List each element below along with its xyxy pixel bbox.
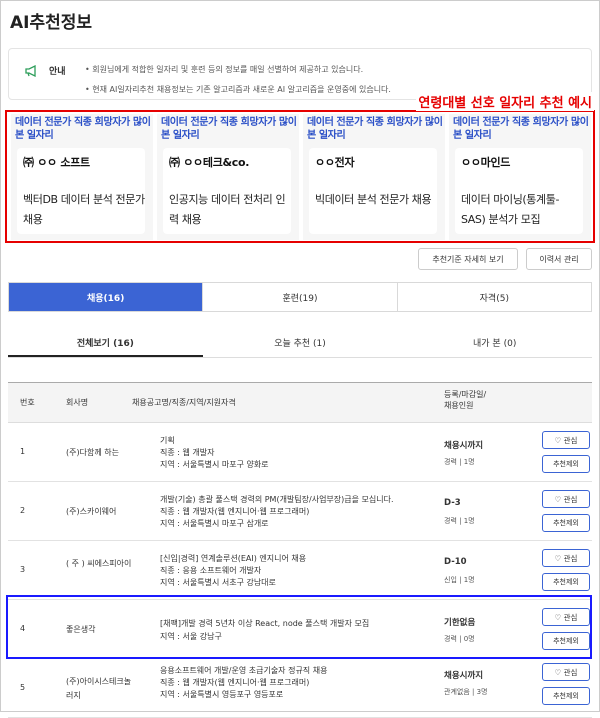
recommendation-card[interactable]: 데이터 전문가 직종 희망자가 많이 본 일자리 ㅇㅇ마인드 데이터 마이닝(통… [449,114,591,240]
row-company[interactable]: ( 주 ) 씨에스피아이 [66,557,136,571]
header-registration: 등록/마감일/ 채용인원 [444,390,487,410]
row-meta: 관계없음 | 3명 [444,688,488,696]
card-body: ㅇㅇ전자 빅데이터 분석 전문가 채용 [309,148,437,234]
card-company: ㅇㅇ전자 [315,156,355,169]
card-body: ㈜ ㅇㅇ 소프트 벡터DB 데이터 분석 전문가 채용 [17,148,145,234]
exclude-button[interactable]: 추천제외 [542,455,590,473]
row-info-job: 직종 : 웹 개발자(웹 엔지니어·웹 프로그래머) [160,507,310,516]
criteria-detail-button[interactable]: 추천기준 자세히 보기 [418,248,518,270]
table-row[interactable]: 1 (주)다함께 하는 기획 직종 : 웹 개발자 지역 : 서울특별시 마포구… [8,423,592,482]
tab-certificates[interactable]: 자격(5) [398,283,591,311]
row-deadline: 채용시까지 [444,671,484,681]
row-deadline: D-10 [444,557,467,567]
row-meta: 신입 | 1명 [444,576,475,584]
card-company: ㈜ ㅇㅇ테크&co. [169,156,250,169]
recommendation-highlight-box: 데이터 전문가 직종 희망자가 많이 본 일자리 ㈜ ㅇㅇ 소프트 벡터DB 데… [5,110,595,243]
row-info-region: 지역 : 서울특별시 마포구 삼개로 [160,519,269,528]
exclude-button[interactable]: 추천제외 [542,514,590,532]
row-info-title[interactable]: 개발(기술) 총괄 풀스택 경력의 PM(개발팀장/사업부장)급을 모십니다. [160,494,440,506]
like-button[interactable]: ♡ 관심 [542,663,590,681]
category-tabs: 채용(16) 훈련(19) 자격(5) [8,282,592,312]
table-header: 번호 회사명 채용공고명/직종/지역/지원자격 등록/마감일/ 채용인원 [8,383,592,423]
notice-line: • 현재 AI일자리추천 채용정보는 기존 알고리즘과 새로운 AI 알고리즘을… [85,85,391,94]
card-heading: 데이터 전문가 직종 희망자가 많이 본 일자리 [307,117,443,141]
tab-jobs[interactable]: 채용(16) [9,283,204,311]
filter-subtabs: 전체보기 (16) 오늘 추천 (1) 내가 본 (0) [8,330,592,358]
row-meta: 경력 | 1명 [444,458,475,466]
row-company[interactable]: (주)다함께 하는 [66,446,136,460]
table-row[interactable]: 3 ( 주 ) 씨에스피아이 [신입|경력] 연계솔루션(EAI) 엔지니어 채… [8,541,592,600]
subtab-viewed[interactable]: 내가 본 (0) [397,330,592,357]
card-job-title: 인공지능 데이터 전처리 인력 채용 [169,193,286,226]
table-row[interactable]: 2 (주)스카이웨어 개발(기술) 총괄 풀스택 경력의 PM(개발팀장/사업부… [8,482,592,541]
row-number: 2 [20,506,26,515]
card-heading: 데이터 전문가 직종 희망자가 많이 본 일자리 [15,117,151,141]
recommendation-card[interactable]: 데이터 전문가 직종 희망자가 많이 본 일자리 ㈜ ㅇㅇ 소프트 벡터DB 데… [11,114,153,240]
like-button[interactable]: ♡ 관심 [542,490,590,508]
card-body: ㅇㅇ마인드 데이터 마이닝(통계툴-SAS) 분석가 모집 [455,148,583,234]
row-info-job: 직종 : 웹 개발자 [160,448,215,457]
notice-line: • 회원님에게 적합한 일자리 및 훈련 등의 정보를 매일 선별하여 제공하고… [85,65,364,74]
job-table: 번호 회사명 채용공고명/직종/지역/지원자격 등록/마감일/ 채용인원 1 (… [8,382,592,718]
header-company: 회사명 [66,398,89,407]
row-deadline: D-3 [444,498,461,508]
card-job-title: 벡터DB 데이터 분석 전문가 채용 [23,193,145,226]
row-company[interactable]: (주)스카이웨어 [66,505,136,519]
row-info-job: 직종 : 응용 소프트웨어 개발자 [160,566,262,575]
subtab-today[interactable]: 오늘 추천 (1) [203,330,398,357]
exclude-button[interactable]: 추천제외 [542,687,590,705]
table-row[interactable]: 5 (주)아이시스테크놀러지 응용소프트웨어 개발/운영 초급기술자 정규직 채… [8,659,592,718]
notice-label: 안내 [49,67,66,77]
card-heading: 데이터 전문가 직종 희망자가 많이 본 일자리 [161,117,297,141]
row-info-job: 직종 : 웹 개발자(웹 엔지니어·웹 프로그래머) [160,678,310,687]
row-deadline: 채용시까지 [444,441,484,451]
resume-manage-button[interactable]: 이력서 관리 [526,248,592,270]
exclude-button[interactable]: 추천제외 [542,573,590,591]
card-job-title: 데이터 마이닝(통계툴-SAS) 분석가 모집 [461,193,560,226]
header-no: 번호 [20,398,35,407]
card-company: ㈜ ㅇㅇ 소프트 [23,156,90,169]
row-info-region: 지역 : 서울특별시 영등포구 영등포로 [160,690,284,699]
subtab-all[interactable]: 전체보기 (16) [8,330,203,357]
highlighted-row-outline [6,595,592,659]
highlight-title: 연령대별 선호 일자리 추천 예시 [416,92,594,111]
like-button[interactable]: ♡ 관심 [542,549,590,567]
header-info: 채용공고명/직종/지역/지원자격 [132,398,236,407]
row-info-title[interactable]: 기획 [160,435,440,447]
card-job-title: 빅데이터 분석 전문가 채용 [315,193,432,206]
recommendation-card[interactable]: 데이터 전문가 직종 희망자가 많이 본 일자리 ㅇㅇ전자 빅데이터 분석 전문… [303,114,445,240]
page-title: AI추천정보 [10,13,93,33]
row-number: 3 [20,565,26,574]
card-body: ㈜ ㅇㅇ테크&co. 인공지능 데이터 전처리 인력 채용 [163,148,291,234]
card-company: ㅇㅇ마인드 [461,156,511,169]
row-number: 5 [20,683,26,692]
row-info-title[interactable]: [신입|경력] 연계솔루션(EAI) 엔지니어 채용 [160,553,440,565]
row-info-region: 지역 : 서울특별시 서초구 강남대로 [160,578,276,587]
megaphone-icon [25,65,36,77]
tab-training[interactable]: 훈련(19) [203,283,398,311]
row-meta: 경력 | 1명 [444,517,475,525]
card-heading: 데이터 전문가 직종 희망자가 많이 본 일자리 [453,117,589,141]
row-info-region: 지역 : 서울특별시 마포구 양화로 [160,460,269,469]
row-info-title[interactable]: 응용소프트웨어 개발/운영 초급기술자 정규직 채용 [160,665,440,677]
row-company[interactable]: (주)아이시스테크놀러지 [66,675,136,703]
row-number: 1 [20,447,26,456]
like-button[interactable]: ♡ 관심 [542,431,590,449]
recommendation-card[interactable]: 데이터 전문가 직종 희망자가 많이 본 일자리 ㈜ ㅇㅇ테크&co. 인공지능… [157,114,299,240]
